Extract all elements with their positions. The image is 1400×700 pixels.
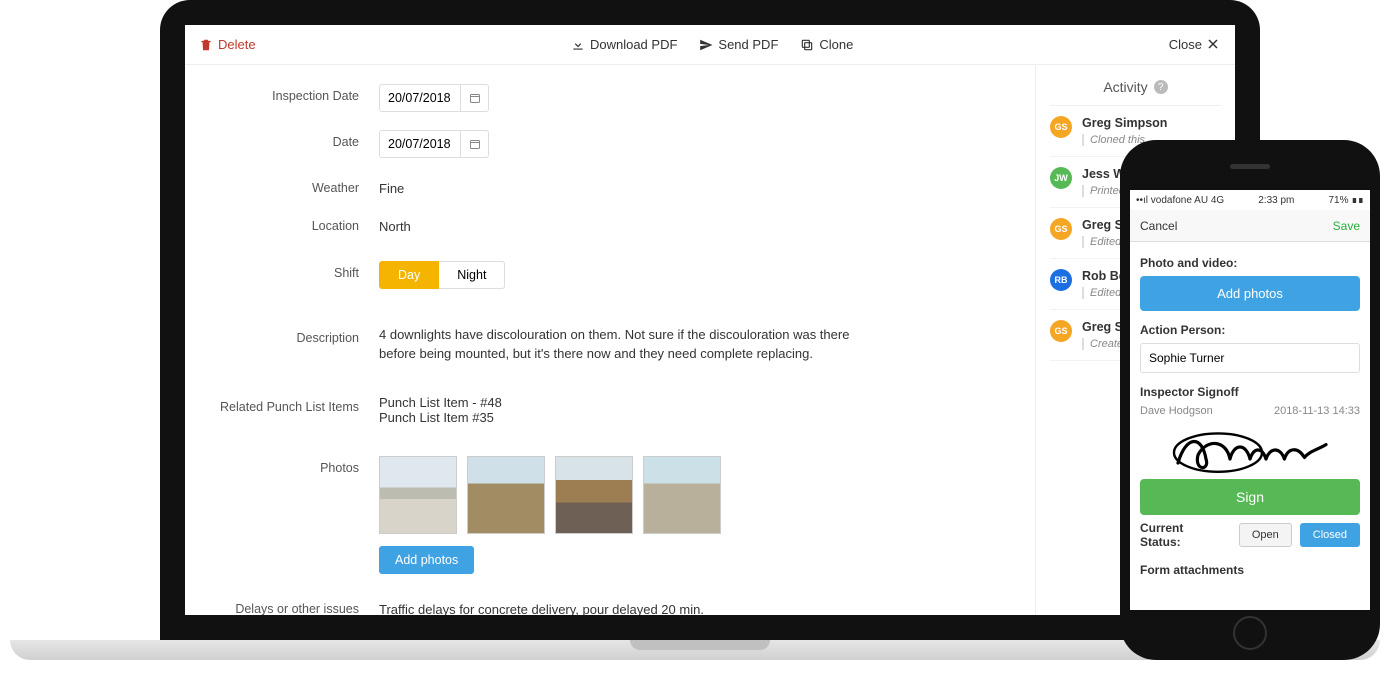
add-photos-button[interactable]: Add photos bbox=[379, 546, 474, 574]
shift-segmented: Day Night bbox=[379, 261, 505, 289]
clone-icon bbox=[800, 38, 814, 52]
punch-label: Related Punch List Items bbox=[205, 395, 365, 414]
phone-cancel-button[interactable]: Cancel bbox=[1140, 219, 1177, 233]
date-label: Date bbox=[205, 130, 365, 149]
carrier-label: ••ıl vodafone AU 4G bbox=[1136, 195, 1224, 206]
phone-speaker bbox=[1230, 164, 1270, 169]
action-person-label: Action Person: bbox=[1140, 323, 1360, 337]
shift-night-button[interactable]: Night bbox=[439, 261, 505, 289]
phone-navbar: Cancel Save bbox=[1130, 210, 1370, 242]
photo-thumbnail[interactable] bbox=[555, 456, 633, 534]
punch-item-2: Punch List Item #35 bbox=[379, 410, 1015, 425]
download-pdf-label: Download PDF bbox=[590, 37, 677, 52]
photo-video-label: Photo and video: bbox=[1140, 256, 1360, 270]
location-label: Location bbox=[205, 214, 365, 233]
weather-label: Weather bbox=[205, 176, 365, 195]
laptop-frame: Delete Download PDF Send PDF bbox=[160, 0, 1260, 640]
clone-label: Clone bbox=[819, 37, 853, 52]
delays-label: Delays or other issues bbox=[205, 597, 365, 615]
date-input[interactable] bbox=[379, 130, 489, 158]
status-open-button[interactable]: Open bbox=[1239, 523, 1292, 547]
weather-value: Fine bbox=[379, 176, 1015, 196]
inspection-date-label: Inspection Date bbox=[205, 84, 365, 103]
close-icon bbox=[1207, 38, 1221, 52]
form-area: Inspection Date Date bbox=[185, 65, 1035, 615]
inspection-date-input[interactable] bbox=[379, 84, 489, 112]
form-attachments-label: Form attachments bbox=[1140, 563, 1360, 577]
laptop-screen: Delete Download PDF Send PDF bbox=[185, 25, 1235, 615]
delete-label: Delete bbox=[218, 37, 256, 52]
trash-icon bbox=[199, 38, 213, 52]
statusbar-battery: 71% ∎∎ bbox=[1328, 195, 1364, 206]
laptop-notch bbox=[630, 640, 770, 650]
close-button[interactable]: Close bbox=[1169, 37, 1221, 52]
punch-item-1: Punch List Item - #48 bbox=[379, 395, 1015, 410]
delete-button[interactable]: Delete bbox=[199, 37, 256, 52]
action-person-input[interactable] bbox=[1140, 343, 1360, 373]
send-pdf-button[interactable]: Send PDF bbox=[699, 37, 778, 52]
phone-screen: ••ıl vodafone AU 4G 2:33 pm 71% ∎∎ Cance… bbox=[1130, 190, 1370, 610]
download-pdf-button[interactable]: Download PDF bbox=[571, 37, 677, 52]
photo-thumbnail[interactable] bbox=[379, 456, 457, 534]
description-value: 4 downlights have discolouration on them… bbox=[379, 326, 859, 364]
close-label: Close bbox=[1169, 37, 1202, 52]
location-value: North bbox=[379, 214, 1015, 234]
avatar: RB bbox=[1050, 269, 1072, 291]
send-pdf-label: Send PDF bbox=[718, 37, 778, 52]
avatar: GS bbox=[1050, 218, 1072, 240]
avatar: GS bbox=[1050, 116, 1072, 138]
phone-statusbar: ••ıl vodafone AU 4G 2:33 pm 71% ∎∎ bbox=[1130, 190, 1370, 210]
calendar-icon[interactable] bbox=[460, 131, 488, 157]
clone-button[interactable]: Clone bbox=[800, 37, 853, 52]
calendar-icon[interactable] bbox=[460, 85, 488, 111]
phone-home-button[interactable] bbox=[1233, 616, 1267, 650]
help-icon[interactable]: ? bbox=[1154, 80, 1168, 94]
statusbar-time: 2:33 pm bbox=[1258, 195, 1294, 206]
activity-heading: Activity ? bbox=[1050, 75, 1221, 106]
photo-grid bbox=[379, 456, 1015, 534]
avatar: GS bbox=[1050, 320, 1072, 342]
download-icon bbox=[571, 38, 585, 52]
phone-add-photos-button[interactable]: Add photos bbox=[1140, 276, 1360, 311]
description-label: Description bbox=[205, 326, 365, 345]
signature-image bbox=[1140, 423, 1360, 479]
photo-thumbnail[interactable] bbox=[643, 456, 721, 534]
activity-name: Greg Simpson bbox=[1082, 116, 1167, 130]
shift-day-button[interactable]: Day bbox=[379, 261, 439, 289]
signature-meta: Dave Hodgson 2018-11-13 14:33 bbox=[1140, 405, 1360, 417]
phone-frame: ••ıl vodafone AU 4G 2:33 pm 71% ∎∎ Cance… bbox=[1120, 140, 1380, 660]
delays-value: Traffic delays for concrete delivery, po… bbox=[379, 597, 1015, 615]
signature-time: 2018-11-13 14:33 bbox=[1274, 405, 1360, 417]
date-field[interactable] bbox=[380, 137, 460, 151]
avatar: JW bbox=[1050, 167, 1072, 189]
current-status-label: Current Status: bbox=[1140, 521, 1223, 549]
inspector-signoff-label: Inspector Signoff bbox=[1140, 385, 1360, 399]
phone-save-button[interactable]: Save bbox=[1333, 219, 1360, 233]
signer-name: Dave Hodgson bbox=[1140, 405, 1213, 417]
activity-title: Activity bbox=[1103, 79, 1147, 95]
toolbar: Delete Download PDF Send PDF bbox=[185, 25, 1235, 65]
shift-label: Shift bbox=[205, 261, 365, 280]
photo-thumbnail[interactable] bbox=[467, 456, 545, 534]
send-icon bbox=[699, 38, 713, 52]
phone-body: Photo and video: Add photos Action Perso… bbox=[1130, 242, 1370, 610]
photos-label: Photos bbox=[205, 456, 365, 475]
sign-button[interactable]: Sign bbox=[1140, 479, 1360, 515]
main-area: Inspection Date Date bbox=[185, 65, 1235, 615]
status-closed-button[interactable]: Closed bbox=[1300, 523, 1360, 547]
inspection-date-field[interactable] bbox=[380, 91, 460, 105]
